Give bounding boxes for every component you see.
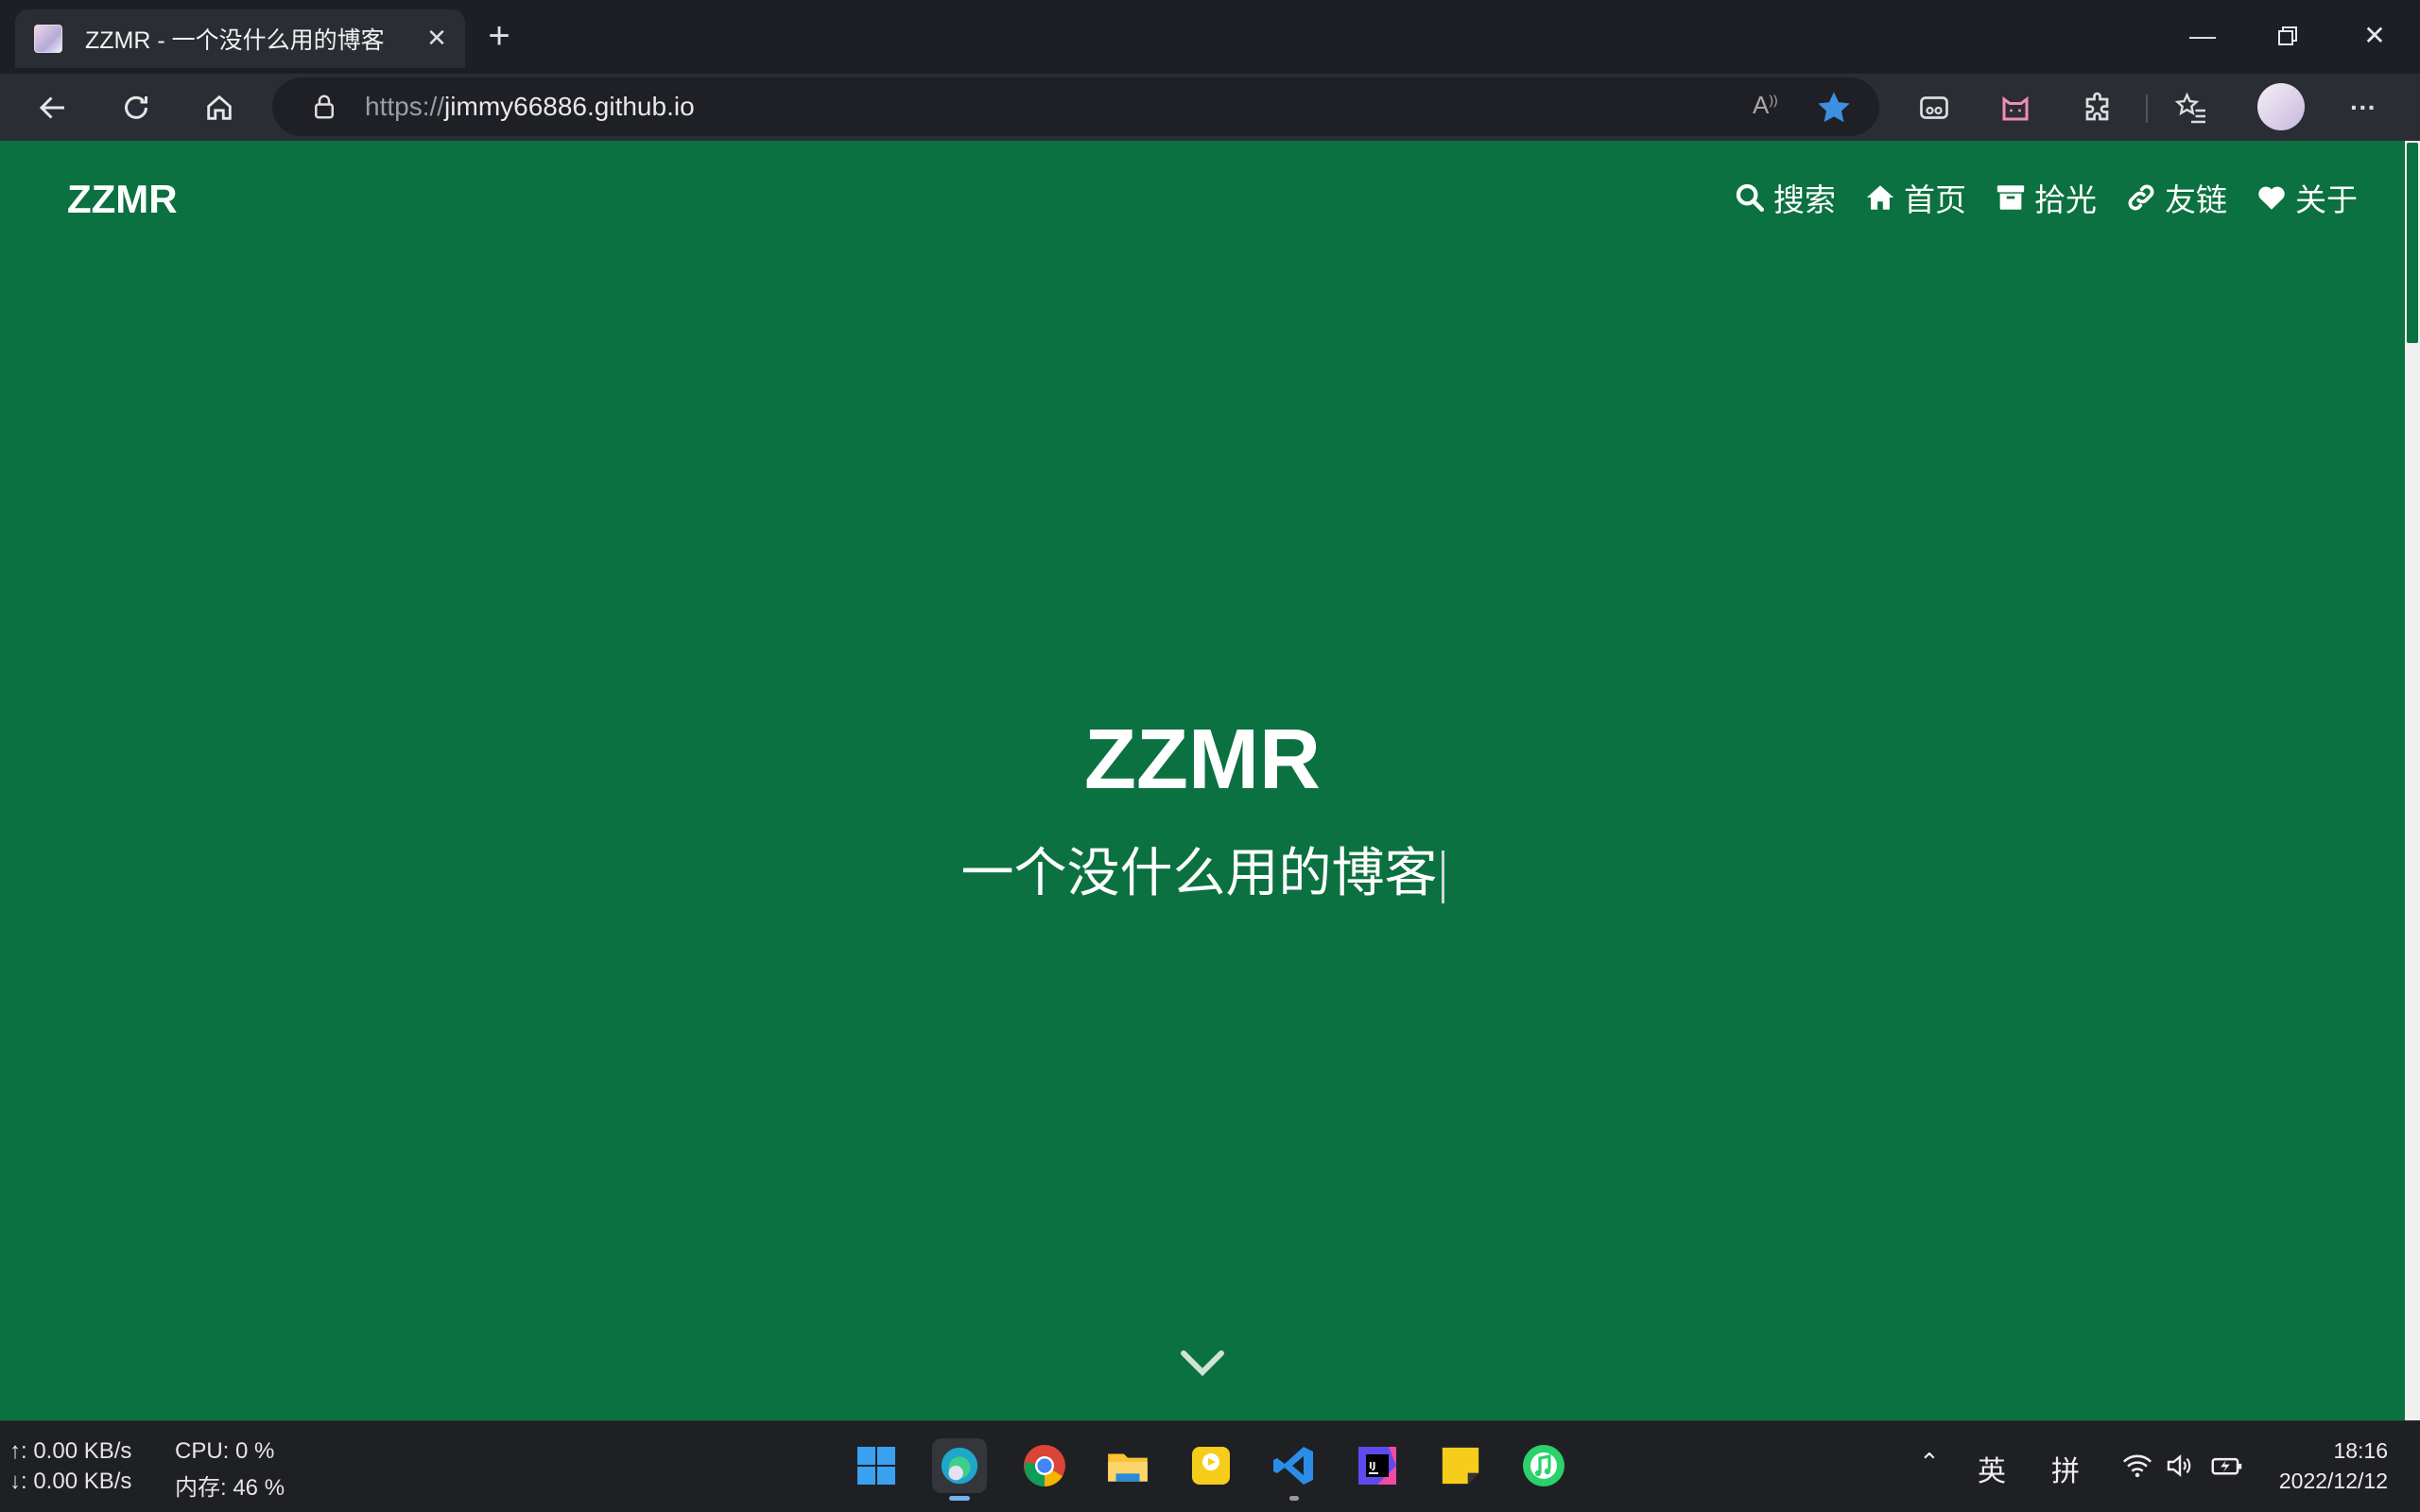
- ime-mode[interactable]: 拼: [2051, 1448, 2080, 1489]
- scroll-down-chevron-icon[interactable]: [1179, 1346, 1226, 1380]
- extension-glasses-icon[interactable]: [1913, 87, 1955, 129]
- heart-icon: [2258, 186, 2285, 210]
- home-icon: [1866, 185, 1894, 210]
- media-player-icon[interactable]: [1184, 1438, 1238, 1493]
- site-nav: 搜索 首页 拾光 友链 关于: [1734, 175, 2358, 220]
- tab-close-icon[interactable]: ✕: [422, 23, 452, 53]
- link-icon: [2128, 184, 2154, 211]
- new-tab-icon[interactable]: +: [480, 17, 518, 55]
- site-brand[interactable]: ZZMR: [67, 177, 178, 222]
- page-scrollbar[interactable]: [2405, 141, 2420, 1420]
- nav-about[interactable]: 关于: [2256, 175, 2358, 220]
- cpu-usage: CPU: 0 %: [175, 1438, 275, 1464]
- read-aloud-icon[interactable]: A)): [1753, 91, 1785, 123]
- sticky-notes-icon[interactable]: [1433, 1438, 1488, 1493]
- url-host: jimmy66886.github.io: [444, 92, 695, 121]
- typing-caret: [1441, 850, 1444, 904]
- url-protocol: https://: [365, 92, 445, 121]
- start-windows-icon[interactable]: [849, 1438, 904, 1493]
- favorites-icon[interactable]: [2170, 87, 2212, 129]
- hero-title: ZZMR: [1084, 713, 1321, 807]
- file-explorer-icon[interactable]: [1100, 1438, 1155, 1493]
- archive-icon: [1996, 185, 2025, 210]
- upload-speed: ↑: 0.00 KB/s: [9, 1438, 132, 1464]
- music-player-icon[interactable]: [1516, 1438, 1571, 1493]
- nav-search[interactable]: 搜索: [1734, 175, 1836, 220]
- browser-tab[interactable]: ZZMR - 一个没什么用的博客 ✕: [15, 9, 465, 68]
- nav-archive-label: 拾光: [2034, 182, 2097, 217]
- tray-overflow-chevron-icon[interactable]: ⌃: [1919, 1448, 1940, 1477]
- page-viewport: ZZMR 搜索 首页 拾光 友链 关于 ZZMR 一个没什么用的博客: [0, 141, 2405, 1420]
- nav-home[interactable]: 首页: [1864, 175, 1966, 220]
- hero-subtitle-text: 一个没什么用的博客: [960, 843, 1438, 902]
- nav-archive[interactable]: 拾光: [1995, 175, 2097, 220]
- hero-subtitle: 一个没什么用的博客: [0, 831, 2405, 907]
- favorite-star-icon[interactable]: [1815, 89, 1853, 127]
- extensions-puzzle-icon[interactable]: [2078, 87, 2119, 129]
- url-text[interactable]: https://jimmy66886.github.io: [365, 92, 695, 122]
- nav-home-label: 首页: [1904, 182, 1966, 217]
- tab-bar: ZZMR - 一个没什么用的博客 ✕ + — ✕: [0, 0, 2420, 74]
- ime-language[interactable]: 英: [1978, 1448, 2006, 1489]
- svg-text:IJ: IJ: [1369, 1461, 1375, 1471]
- back-icon[interactable]: [30, 85, 76, 130]
- toolbar-divider: [2146, 94, 2148, 123]
- nav-links-label: 友链: [2165, 182, 2227, 217]
- nav-about-label: 关于: [2295, 182, 2358, 217]
- intellij-icon[interactable]: IJ: [1350, 1438, 1405, 1493]
- restore-icon[interactable]: [2259, 13, 2316, 59]
- site-favicon-icon: [34, 25, 62, 53]
- minimize-icon[interactable]: —: [2174, 13, 2231, 59]
- nav-search-label: 搜索: [1773, 182, 1836, 217]
- browser-toolbar: https://jimmy66886.github.io A)) ···: [0, 74, 2420, 141]
- vscode-icon[interactable]: [1267, 1438, 1322, 1501]
- lock-icon[interactable]: [310, 93, 338, 121]
- wifi-icon[interactable]: [2121, 1452, 2153, 1487]
- address-bar[interactable]: https://jimmy66886.github.io A)): [272, 77, 1879, 136]
- tab-title: ZZMR - 一个没什么用的博客: [85, 27, 385, 54]
- extension-cat-icon[interactable]: [1995, 87, 2036, 129]
- nav-links[interactable]: 友链: [2125, 175, 2227, 220]
- volume-icon[interactable]: [2165, 1452, 2195, 1487]
- home-icon[interactable]: [197, 85, 242, 130]
- edge-browser-icon[interactable]: [932, 1438, 987, 1501]
- close-window-icon[interactable]: ✕: [2346, 13, 2403, 59]
- clock-time[interactable]: 18:16: [2333, 1438, 2388, 1464]
- memory-usage: 内存: 46 %: [175, 1475, 285, 1501]
- search-icon: [1736, 183, 1765, 213]
- taskbar: ↑: 0.00 KB/s ↓: 0.00 KB/s CPU: 0 % 内存: 4…: [0, 1420, 2420, 1512]
- refresh-icon[interactable]: [113, 85, 159, 130]
- more-menu-icon[interactable]: ···: [2342, 87, 2384, 129]
- clock-date[interactable]: 2022/12/12: [2279, 1469, 2388, 1494]
- download-speed: ↓: 0.00 KB/s: [9, 1469, 132, 1494]
- scrollbar-thumb[interactable]: [2407, 143, 2418, 343]
- chrome-icon[interactable]: [1017, 1438, 1072, 1493]
- profile-avatar[interactable]: [2257, 83, 2305, 130]
- battery-charging-icon[interactable]: [2210, 1452, 2244, 1487]
